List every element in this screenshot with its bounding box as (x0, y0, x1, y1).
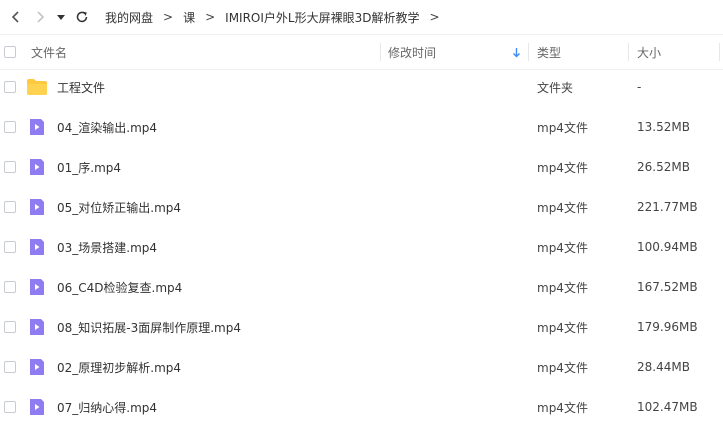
file-type: mp4文件 (537, 400, 588, 415)
back-button[interactable] (4, 5, 28, 29)
column-header-name[interactable]: 文件名 (31, 35, 67, 69)
row-checkbox[interactable] (4, 121, 16, 133)
table-row[interactable]: 01_序.mp4 mp4文件 26.52MB (0, 147, 723, 187)
select-all-checkbox[interactable] (4, 46, 16, 58)
table-row[interactable]: 04_渲染输出.mp4 mp4文件 13.52MB (0, 107, 723, 147)
table-row[interactable]: 工程文件 文件夹 - (0, 67, 723, 107)
row-checkbox[interactable] (4, 161, 16, 173)
table-row[interactable]: 03_场景搭建.mp4 mp4文件 100.94MB (0, 227, 723, 267)
file-size: 167.52MB (637, 280, 698, 294)
toolbar: 我的网盘 > 课 > IMIROI户外L形大屏裸眼3D解析教学 > (0, 0, 723, 34)
file-size: 28.44MB (637, 360, 690, 374)
row-checkbox[interactable] (4, 401, 16, 413)
file-type: mp4文件 (537, 360, 588, 375)
table-row[interactable]: 07_归纳心得.mp4 mp4文件 102.47MB (0, 387, 723, 427)
video-file-icon (30, 119, 44, 135)
chevron-right-icon (37, 11, 45, 23)
file-size: 26.52MB (637, 160, 690, 174)
file-size: 179.96MB (637, 320, 698, 334)
video-file-icon (30, 359, 44, 375)
table-row[interactable]: 05_对位矫正输出.mp4 mp4文件 221.77MB (0, 187, 723, 227)
column-divider[interactable] (628, 43, 629, 61)
column-header-modified[interactable]: 修改时间 (388, 35, 436, 69)
video-file-icon (30, 399, 44, 415)
row-checkbox[interactable] (4, 241, 16, 253)
refresh-icon (76, 11, 88, 23)
file-type: mp4文件 (537, 280, 588, 295)
video-file-icon (30, 319, 44, 335)
file-size: - (637, 80, 642, 94)
column-divider[interactable] (380, 43, 381, 61)
file-list-header: 文件名 修改时间 类型 大小 (0, 34, 723, 70)
file-name[interactable]: 05_对位矫正输出.mp4 (57, 187, 181, 227)
file-name[interactable]: 06_C4D检验复查.mp4 (57, 267, 182, 307)
column-header-type[interactable]: 类型 (537, 35, 561, 69)
file-name[interactable]: 01_序.mp4 (57, 147, 121, 187)
file-type: mp4文件 (537, 200, 588, 215)
table-row[interactable]: 02_原理初步解析.mp4 mp4文件 28.44MB (0, 347, 723, 387)
file-name[interactable]: 03_场景搭建.mp4 (57, 227, 157, 267)
breadcrumb-separator: > (163, 10, 174, 24)
folder-icon (27, 79, 47, 95)
breadcrumb-separator: > (205, 10, 216, 24)
file-size: 102.47MB (637, 400, 698, 414)
file-name[interactable]: 04_渲染输出.mp4 (57, 107, 157, 147)
file-size: 13.52MB (637, 120, 690, 134)
file-type: mp4文件 (537, 120, 588, 135)
breadcrumb-item-current[interactable]: IMIROI户外L形大屏裸眼3D解析教学 (222, 9, 422, 26)
file-size: 221.77MB (637, 200, 698, 214)
file-name[interactable]: 工程文件 (57, 67, 105, 107)
column-header-size[interactable]: 大小 (637, 35, 661, 69)
row-checkbox[interactable] (4, 81, 16, 93)
arrow-down-icon[interactable] (512, 35, 521, 69)
row-checkbox[interactable] (4, 361, 16, 373)
row-checkbox[interactable] (4, 201, 16, 213)
file-name[interactable]: 02_原理初步解析.mp4 (57, 347, 181, 387)
refresh-button[interactable] (70, 5, 94, 29)
file-type: 文件夹 (537, 80, 574, 95)
video-file-icon (30, 159, 44, 175)
forward-button[interactable] (28, 5, 52, 29)
video-file-icon (30, 279, 44, 295)
file-type: mp4文件 (537, 320, 588, 335)
caret-down-icon (57, 15, 65, 20)
file-name[interactable]: 07_归纳心得.mp4 (57, 387, 157, 427)
file-size: 100.94MB (637, 240, 698, 254)
chevron-left-icon (11, 11, 19, 23)
video-file-icon (30, 199, 44, 215)
video-file-icon (30, 239, 44, 255)
file-type: mp4文件 (537, 240, 588, 255)
history-dropdown-button[interactable] (52, 5, 70, 29)
breadcrumb-separator: > (429, 10, 440, 24)
column-divider[interactable] (719, 43, 720, 61)
table-row[interactable]: 08_知识拓展-3面屏制作原理.mp4 mp4文件 179.96MB (0, 307, 723, 347)
breadcrumb-item[interactable]: 我的网盘 (102, 9, 156, 26)
file-name[interactable]: 08_知识拓展-3面屏制作原理.mp4 (57, 307, 241, 347)
row-checkbox[interactable] (4, 321, 16, 333)
table-row[interactable]: 06_C4D检验复查.mp4 mp4文件 167.52MB (0, 267, 723, 307)
breadcrumb: 我的网盘 > 课 > IMIROI户外L形大屏裸眼3D解析教学 > (102, 9, 447, 26)
breadcrumb-item[interactable]: 课 (180, 9, 198, 26)
column-divider[interactable] (528, 43, 529, 61)
row-checkbox[interactable] (4, 281, 16, 293)
file-type: mp4文件 (537, 160, 588, 175)
